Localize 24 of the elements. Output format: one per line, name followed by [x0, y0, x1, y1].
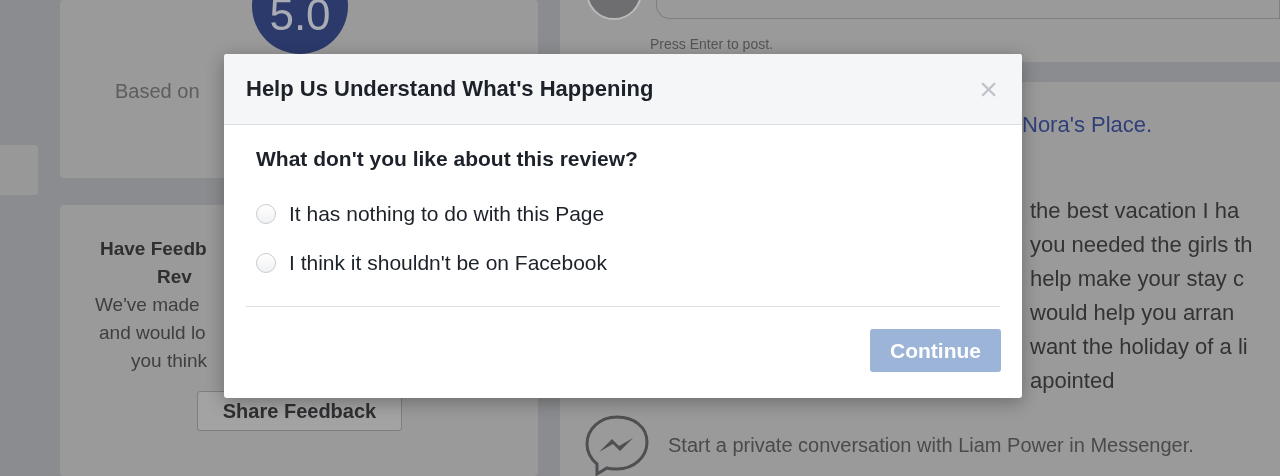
messenger-icon: [584, 414, 650, 476]
dialog-question: What don't you like about this review?: [256, 147, 639, 171]
post-hint: Press Enter to post.: [650, 36, 774, 52]
review-text: help make your stay c: [1029, 265, 1245, 293]
radio-button[interactable]: [256, 203, 276, 224]
feedback-text: you think: [131, 349, 208, 373]
option-label[interactable]: It has nothing to do with this Page: [289, 201, 605, 226]
review-text: want the holiday of a li: [1029, 333, 1249, 361]
review-text: would help you arran: [1029, 299, 1236, 327]
review-text: apointed: [1029, 367, 1116, 395]
review-text: you needed the girls th: [1029, 231, 1254, 259]
page-link[interactable]: Nora's Place.: [1022, 112, 1280, 138]
rating-score: 5.0: [252, 0, 348, 54]
feedback-text: and would lo: [99, 321, 206, 345]
feedback-title: Have Feedb: [100, 237, 207, 261]
review-text: the best vacation I ha: [1029, 197, 1241, 225]
dialog-title: Help Us Understand What's Happening: [246, 76, 654, 102]
feedback-text: We've made: [95, 293, 200, 317]
rating-caption: Based on: [115, 80, 200, 103]
radio-button[interactable]: [256, 252, 276, 273]
messenger-prompt[interactable]: Start a private conversation with Liam Power in Messenger.: [668, 433, 1194, 457]
feedback-title: Rev: [157, 265, 192, 289]
comment-field[interactable]: [656, 0, 1280, 19]
option-label[interactable]: I think it shouldn't be on Facebook: [289, 250, 608, 275]
